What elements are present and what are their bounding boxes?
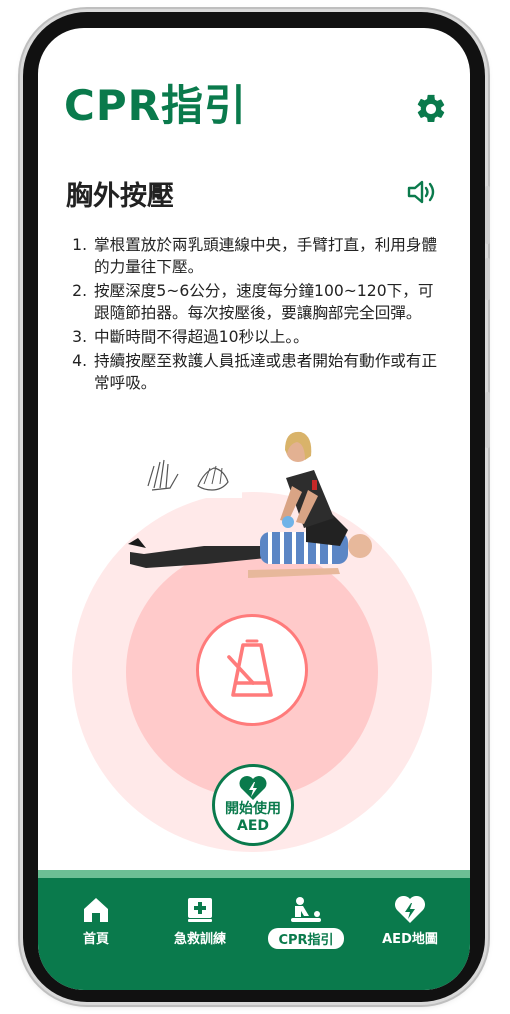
cpr-icon — [291, 897, 321, 922]
app-screen: CPR指引 胸外按壓 掌根置放於兩乳頭連線中央，手臂打直，利用身體的力量往下壓。… — [38, 28, 470, 990]
instruction-step-2: 按壓深度5~6公分，速度每分鐘100~120下，可跟隨節拍器。每次按壓後，要讓胸… — [92, 280, 442, 324]
volume-up-button — [485, 186, 490, 244]
nav-label-home: 首頁 — [82, 932, 109, 947]
nav-top-strip — [38, 870, 470, 878]
bottom-nav: 首頁 急救訓練 CPR指引 AED地圖 — [38, 870, 470, 990]
volume-down-button — [485, 258, 490, 300]
nav-label-cpr-guide: CPR指引 — [268, 928, 344, 949]
start-aed-label-line2: AED — [236, 818, 270, 834]
home-icon — [84, 898, 108, 922]
nav-label-aed-map: AED地圖 — [382, 932, 438, 947]
nav-item-aed-map[interactable]: AED地圖 — [360, 896, 460, 956]
gear-icon[interactable] — [414, 92, 448, 126]
heart-bolt-icon — [395, 896, 425, 923]
start-aed-label-line1: 開始使用 — [225, 801, 281, 817]
instruction-step-3: 中斷時間不得超過10秒以上。。 — [92, 326, 442, 348]
metronome-icon — [227, 639, 273, 697]
heart-bolt-icon — [239, 776, 267, 800]
hand-position-sketch — [138, 446, 242, 498]
app-title: CPR指引 — [64, 81, 247, 130]
speaker-icon[interactable] — [406, 178, 438, 206]
nav-item-first-aid-training[interactable]: 急救訓練 — [150, 896, 250, 956]
metronome-start-button[interactable] — [196, 614, 308, 726]
nav-label-first-aid-training: 急救訓練 — [173, 932, 226, 947]
instruction-step-4: 持續按壓至救護人員抵達或患者開始有動作或有正常呼吸。 — [92, 350, 442, 394]
first-aid-book-icon — [188, 898, 212, 922]
instruction-list: 掌根置放於兩乳頭連線中央，手臂打直，利用身體的力量往下壓。 按壓深度5~6公分，… — [70, 234, 442, 396]
start-aed-button[interactable]: 開始使用 AED — [212, 764, 294, 846]
instruction-step-1: 掌根置放於兩乳頭連線中央，手臂打直，利用身體的力量往下壓。 — [92, 234, 442, 278]
nav-item-home[interactable]: 首頁 — [46, 896, 146, 956]
section-title: 胸外按壓 — [66, 181, 174, 212]
power-button — [485, 392, 490, 448]
nav-item-cpr-guide[interactable]: CPR指引 — [256, 896, 356, 956]
